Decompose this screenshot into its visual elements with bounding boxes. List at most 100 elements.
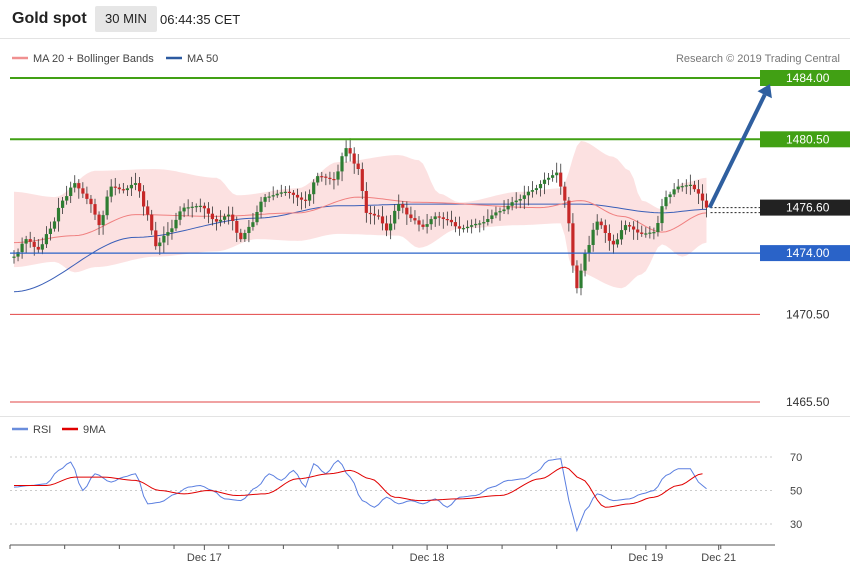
level-label: 1480.50 [786, 132, 830, 146]
candle-body [506, 205, 510, 210]
candle-body [348, 148, 352, 154]
rsi-legend: RSI 9MA [12, 424, 106, 436]
candle-body [194, 206, 198, 208]
candle-body [133, 183, 138, 185]
candle-body [295, 194, 300, 198]
candle-body [664, 197, 668, 207]
candle [555, 162, 559, 183]
candle-body [644, 233, 648, 235]
level-label: 1484.00 [786, 71, 830, 85]
candle-body [174, 219, 178, 229]
candle-body [28, 239, 32, 242]
candle-body [52, 221, 57, 229]
candle-body [522, 195, 526, 199]
candle-body [490, 215, 494, 219]
candle-body [672, 189, 676, 195]
rsi-tick-label: 50 [790, 486, 802, 498]
level-support: 1465.50 [10, 395, 830, 409]
candle-body [474, 223, 478, 226]
candle-body [105, 196, 109, 216]
candle-body [158, 242, 162, 247]
candle-body [615, 239, 619, 245]
credit-label: Research © 2019 Trading Central [676, 53, 840, 65]
candle-body [312, 182, 316, 195]
candle-body [146, 206, 150, 215]
candle-body [461, 228, 466, 230]
candle-body [510, 202, 514, 206]
candle-body [40, 244, 44, 250]
candle-body [287, 191, 291, 193]
candle-body [514, 200, 518, 203]
level-target: 1484.00 [10, 70, 850, 86]
candle-body [36, 246, 40, 250]
candle-body [235, 221, 239, 233]
candle-body [482, 222, 486, 224]
candle-body [385, 223, 389, 231]
candle-body [684, 185, 688, 187]
rsi-ma-legend-label: 9MA [83, 424, 106, 436]
candle-body [486, 219, 490, 222]
candle-body [223, 216, 227, 220]
candle-body [56, 207, 61, 222]
candle-body [299, 197, 304, 200]
candle-body [255, 212, 259, 223]
candle-body [534, 188, 538, 191]
candle-body [162, 235, 166, 243]
candle-body [567, 200, 571, 224]
date-label: Dec 21 [701, 552, 736, 564]
level-label: 1476.60 [786, 201, 830, 215]
ma-bb-legend-label: MA 20 + Bollinger Bands [33, 53, 154, 65]
candle-body [231, 214, 235, 221]
candle-body [583, 253, 587, 271]
candle-body [372, 213, 376, 216]
candle-body [113, 186, 117, 188]
candle-body [332, 179, 336, 181]
rsi-ma-line [14, 466, 703, 508]
candle-body [279, 192, 283, 194]
candle-body [405, 207, 409, 215]
candle-body [186, 207, 190, 209]
candle-body [453, 222, 457, 227]
candle-body [445, 219, 449, 221]
level-last: 1476.60 [710, 199, 850, 216]
candle-body [518, 199, 522, 201]
date-label: Dec 18 [410, 552, 445, 564]
candle-body [69, 187, 73, 196]
candle-body [336, 171, 340, 180]
candle-body [101, 215, 105, 226]
level-label: 1470.50 [786, 307, 830, 321]
candle [551, 170, 555, 182]
candle-body [170, 228, 174, 233]
candle-body [611, 240, 615, 245]
candle-body [218, 219, 223, 222]
candle-body [352, 153, 356, 164]
candle-body [267, 196, 271, 198]
candle-body [263, 197, 267, 202]
candle-body [425, 224, 429, 227]
candle-body [538, 184, 543, 189]
candle-body [640, 232, 644, 234]
candle-body [478, 223, 482, 225]
candle-body [547, 177, 551, 180]
candle-body [376, 215, 381, 217]
candle-body [563, 186, 567, 201]
candle-body [692, 184, 696, 190]
candle-body [81, 188, 85, 194]
candle-body [243, 233, 247, 240]
candle [348, 138, 352, 162]
candle-body [393, 210, 397, 224]
candle-body [24, 239, 28, 244]
candle-body [417, 220, 421, 225]
candle-body [575, 265, 579, 289]
candle-body [607, 233, 611, 241]
candle-body [316, 176, 320, 183]
candle-body [591, 229, 595, 245]
candle-body [551, 175, 555, 178]
candle-body [441, 217, 445, 219]
candle-body [85, 193, 89, 199]
candle-body [502, 209, 506, 212]
candle-body [587, 245, 591, 254]
candle-body [676, 186, 680, 190]
candle-body [413, 218, 417, 221]
candle-body [470, 225, 474, 227]
